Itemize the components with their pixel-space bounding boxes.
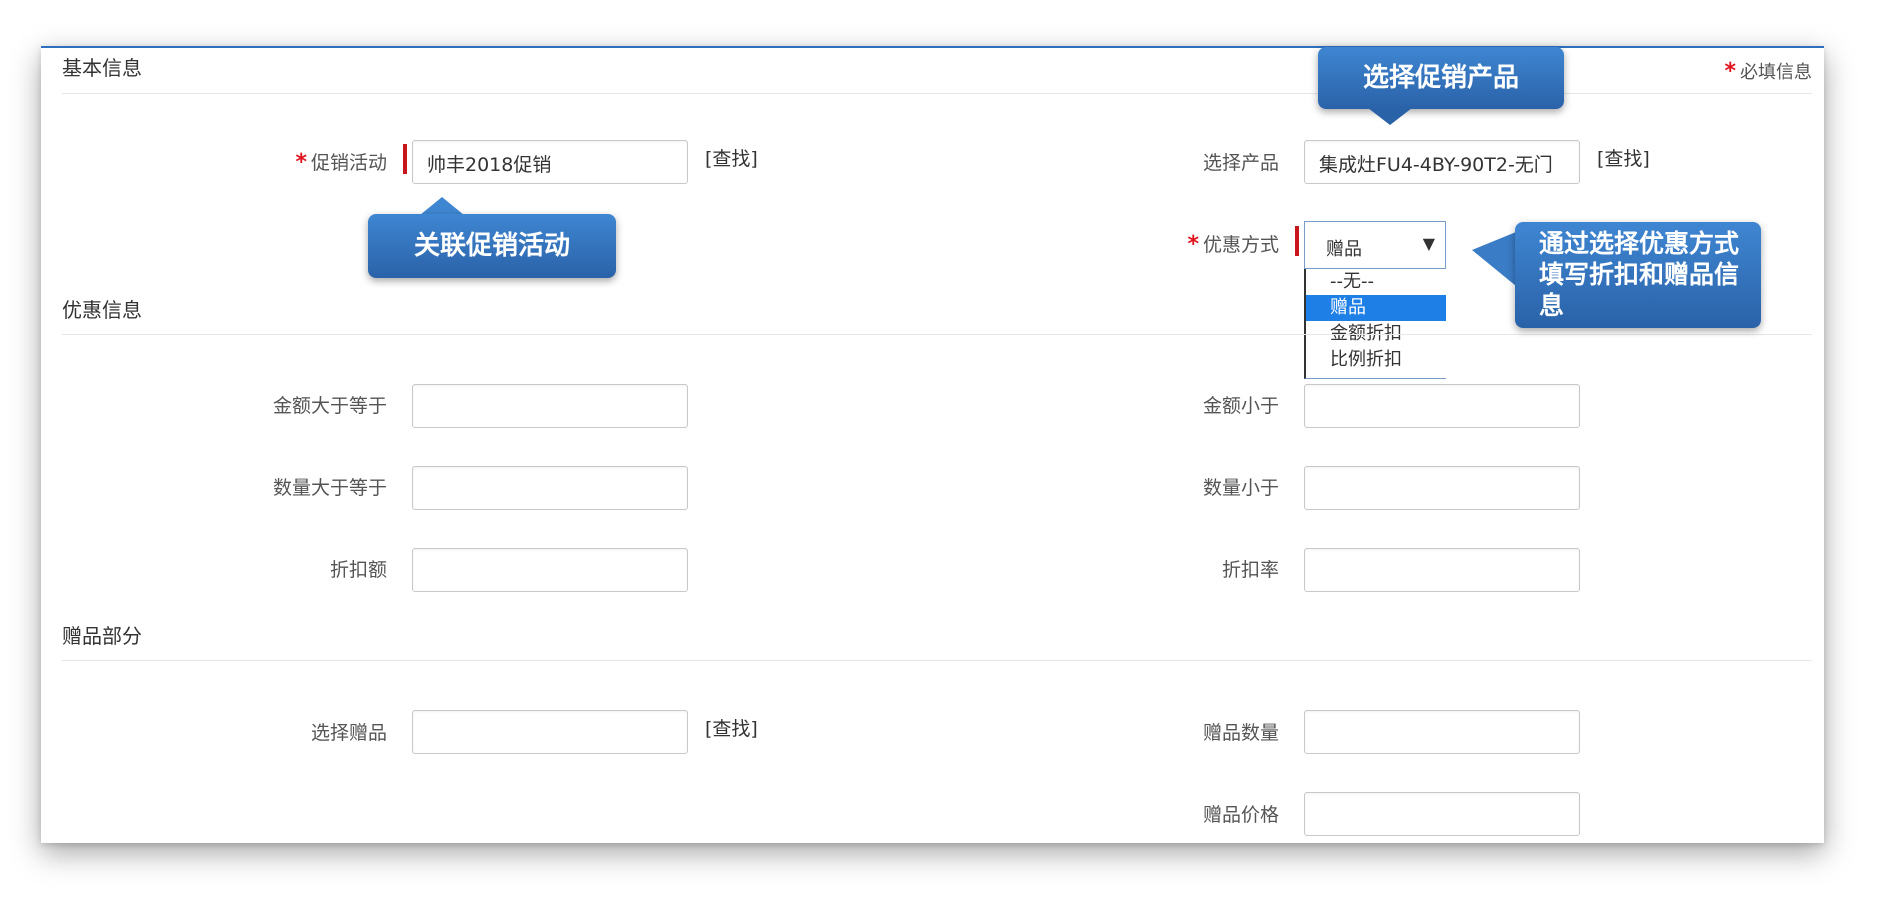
gift-qty-input[interactable] <box>1304 710 1580 754</box>
discount-amount-input[interactable] <box>412 548 688 592</box>
discount-method-select[interactable]: 赠品 ▼ <box>1304 221 1446 269</box>
callout-discount-method: 通过选择优惠方式填写折扣和赠品信息 <box>1515 222 1761 328</box>
callout-pointer <box>420 197 464 215</box>
promo-activity-input[interactable]: 帅丰2018促销 <box>412 140 688 184</box>
required-bar <box>403 144 407 174</box>
label-discount-rate: 折扣率 <box>1221 559 1279 581</box>
qty-gte-input[interactable] <box>412 466 688 510</box>
amount-gte-input[interactable] <box>412 384 688 428</box>
divider-gift <box>62 660 1812 661</box>
label-amount-lt: 金额小于 <box>1202 395 1279 417</box>
section-title-basic: 基本信息 <box>62 56 142 80</box>
label-qty-lt: 数量小于 <box>1202 477 1279 499</box>
amount-lt-input[interactable] <box>1304 384 1580 428</box>
callout-pointer <box>1472 232 1516 286</box>
find-product-link[interactable]: [查找] <box>1597 144 1650 171</box>
promotion-form-panel: 基本信息 * 必填信息 * 促销活动 帅丰2018促销 [查找] 选择产品 集成灶F… <box>41 46 1824 843</box>
required-note: * 必填信息 <box>1724 58 1812 84</box>
label-qty-gte: 数量大于等于 <box>272 477 387 499</box>
required-asterisk: * <box>1724 59 1736 84</box>
dropdown-arrow-icon: ▼ <box>1422 234 1435 253</box>
label-promo-activity: * 促销活动 <box>295 150 387 175</box>
option-none[interactable]: --无-- <box>1306 269 1446 295</box>
required-bar <box>1295 226 1299 256</box>
divider-discount <box>62 334 1812 335</box>
label-gift-price: 赠品价格 <box>1202 804 1279 826</box>
label-discount-method: * 优惠方式 <box>1187 232 1279 257</box>
label-select-gift: 选择赠品 <box>310 722 387 744</box>
discount-rate-input[interactable] <box>1304 548 1580 592</box>
option-gift[interactable]: 赠品 <box>1306 295 1446 321</box>
gift-price-input[interactable] <box>1304 792 1580 836</box>
required-asterisk: * <box>1187 232 1199 257</box>
callout-select-product: 选择促销产品 <box>1318 47 1564 109</box>
required-asterisk: * <box>295 150 307 175</box>
required-note-text: 必填信息 <box>1740 62 1812 83</box>
find-gift-link[interactable]: [查找] <box>705 714 758 741</box>
label-amount-gte: 金额大于等于 <box>272 395 387 417</box>
callout-pointer <box>1368 108 1412 125</box>
label-discount-amount: 折扣额 <box>329 559 387 581</box>
select-product-input[interactable]: 集成灶FU4-4BY-90T2-无门 <box>1304 140 1580 184</box>
select-gift-input[interactable] <box>412 710 688 754</box>
option-ratio-discount[interactable]: 比例折扣 <box>1306 347 1446 373</box>
find-promo-activity-link[interactable]: [查找] <box>705 144 758 171</box>
label-gift-qty: 赠品数量 <box>1202 722 1279 744</box>
callout-promo-activity: 关联促销活动 <box>368 214 616 278</box>
section-title-gift: 赠品部分 <box>62 624 142 648</box>
discount-method-options: --无-- 赠品 金额折扣 比例折扣 <box>1304 269 1446 379</box>
qty-lt-input[interactable] <box>1304 466 1580 510</box>
section-title-discount: 优惠信息 <box>62 298 142 322</box>
discount-method-selected: 赠品 <box>1326 239 1362 260</box>
label-select-product: 选择产品 <box>1202 152 1279 174</box>
